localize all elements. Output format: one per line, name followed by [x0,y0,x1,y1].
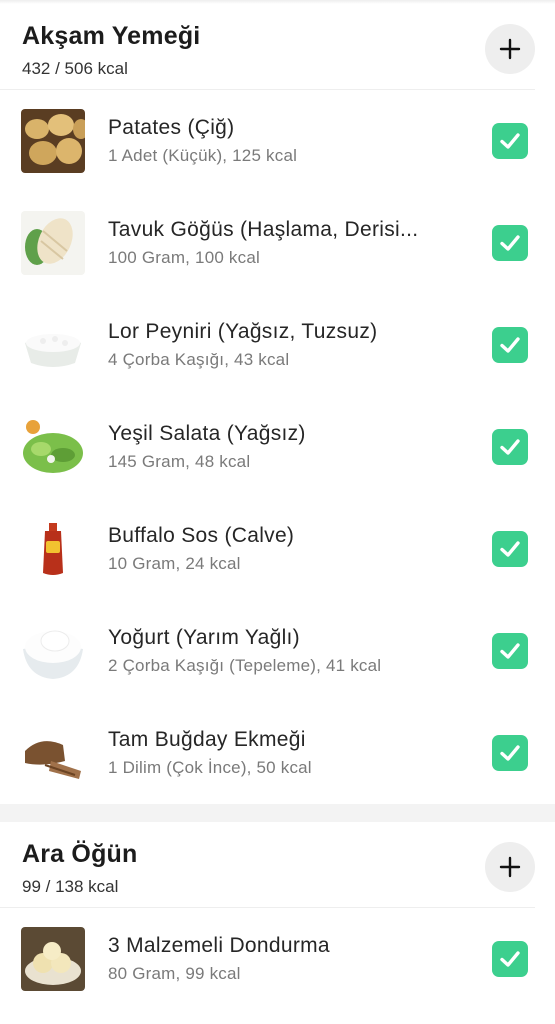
food-item[interactable]: Yeşil Salata (Yağsız) 145 Gram, 48 kcal [0,396,555,498]
food-item[interactable]: 3 Malzemeli Dondurma 80 Gram, 99 kcal [0,908,555,1010]
eaten-checkbox[interactable] [492,429,528,465]
section-title: Ara Öğün [22,840,138,868]
eaten-checkbox[interactable] [492,633,528,669]
eaten-checkbox[interactable] [492,123,528,159]
chicken-breast-image [21,211,85,275]
food-detail: 1 Dilim (Çok İnce), 50 kcal [108,758,312,777]
check-icon [500,235,520,251]
ice-cream-image [21,927,85,991]
food-detail: 80 Gram, 99 kcal [108,964,241,983]
eaten-checkbox[interactable] [492,941,528,977]
food-item[interactable]: Tavuk Göğüs (Haşlama, Derisi... 100 Gram… [0,192,555,294]
plus-icon [499,38,521,60]
food-detail: 1 Adet (Küçük), 125 kcal [108,146,298,165]
food-name: Tavuk Göğüs (Haşlama, Derisi... [108,218,419,241]
food-name: Yeşil Salata (Yağsız) [108,422,306,445]
wholewheat-bread-image [21,721,85,785]
food-item[interactable]: Buffalo Sos (Calve) 10 Gram, 24 kcal [0,498,555,600]
food-detail: 2 Çorba Kaşığı (Tepeleme), 41 kcal [108,656,382,675]
potatoes-image [21,109,85,173]
food-name: Lor Peyniri (Yağsız, Tuzsuz) [108,320,378,343]
food-detail: 145 Gram, 48 kcal [108,452,251,471]
food-detail: 100 Gram, 100 kcal [108,248,260,267]
food-name: 3 Malzemeli Dondurma [108,934,330,957]
check-icon [500,337,520,353]
section-kcal: 432 / 506 kcal [22,59,128,78]
add-food-button[interactable] [485,24,535,74]
check-icon [500,643,520,659]
food-detail: 10 Gram, 24 kcal [108,554,241,573]
food-item[interactable]: Tam Buğday Ekmeği 1 Dilim (Çok İnce), 50… [0,702,555,804]
sauce-bottle-image [21,517,85,581]
check-icon [500,745,520,761]
eaten-checkbox[interactable] [492,327,528,363]
food-detail: 4 Çorba Kaşığı, 43 kcal [108,350,290,369]
check-icon [500,951,520,967]
food-name: Tam Buğday Ekmeği [108,728,306,751]
green-salad-image [21,415,85,479]
food-item[interactable]: Yoğurt (Yarım Yağlı) 2 Çorba Kaşığı (Tep… [0,600,555,702]
section-divider [0,804,555,822]
section-header: Akşam Yemeği 432 / 506 kcal [0,4,535,90]
food-item[interactable]: Patates (Çiğ) 1 Adet (Küçük), 125 kcal [0,90,555,192]
food-name: Patates (Çiğ) [108,116,235,139]
food-name: Buffalo Sos (Calve) [108,524,295,547]
eaten-checkbox[interactable] [492,531,528,567]
section-kcal: 99 / 138 kcal [22,877,119,896]
check-icon [500,439,520,455]
meal-section-snack: Ara Öğün 99 / 138 kcal 3 Malzemeli Dondu… [0,822,555,1010]
cottage-cheese-image [21,313,85,377]
check-icon [500,541,520,557]
section-title: Akşam Yemeği [22,22,201,50]
eaten-checkbox[interactable] [492,225,528,261]
check-icon [500,133,520,149]
food-name: Yoğurt (Yarım Yağlı) [108,626,300,649]
section-header: Ara Öğün 99 / 138 kcal [0,822,535,908]
eaten-checkbox[interactable] [492,735,528,771]
food-item[interactable]: Lor Peyniri (Yağsız, Tuzsuz) 4 Çorba Kaş… [0,294,555,396]
plus-icon [499,856,521,878]
yogurt-bowl-image [21,619,85,683]
add-food-button[interactable] [485,842,535,892]
meal-section-dinner: Akşam Yemeği 432 / 506 kcal Patates (Çiğ… [0,4,555,804]
